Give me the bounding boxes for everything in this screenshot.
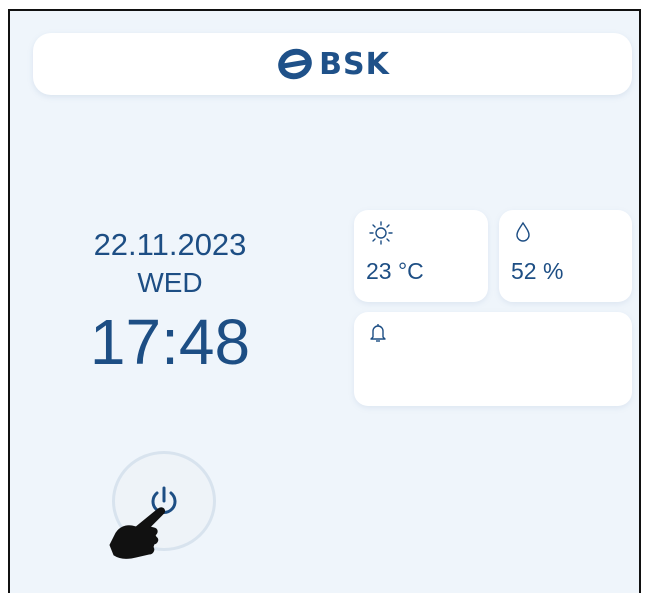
sun-icon — [368, 220, 394, 251]
date-label: 22.11.2023 — [93, 227, 247, 262]
brand-name: BSK — [319, 46, 390, 82]
device-screen: BSK 22.11.2023 WED 17:48 23 °C 52 % — [8, 9, 641, 593]
humidity-value: 52 % — [511, 258, 564, 284]
header-bar: BSK — [33, 33, 632, 95]
humidity-tile[interactable]: 52 % — [499, 210, 632, 302]
pointing-hand-icon — [106, 495, 176, 572]
temperature-value: 23 °C — [366, 258, 424, 284]
bell-icon — [368, 322, 388, 349]
temperature-tile[interactable]: 23 °C — [354, 210, 488, 302]
clock-panel: 22.11.2023 WED 17:48 — [50, 226, 290, 378]
weekday-label: WED — [137, 267, 203, 298]
brand-logo: BSK — [275, 47, 390, 82]
notifications-tile[interactable] — [354, 312, 632, 406]
bsk-logo-icon — [278, 48, 312, 80]
water-drop-icon — [513, 220, 533, 249]
time-label: 17:48 — [89, 306, 251, 378]
